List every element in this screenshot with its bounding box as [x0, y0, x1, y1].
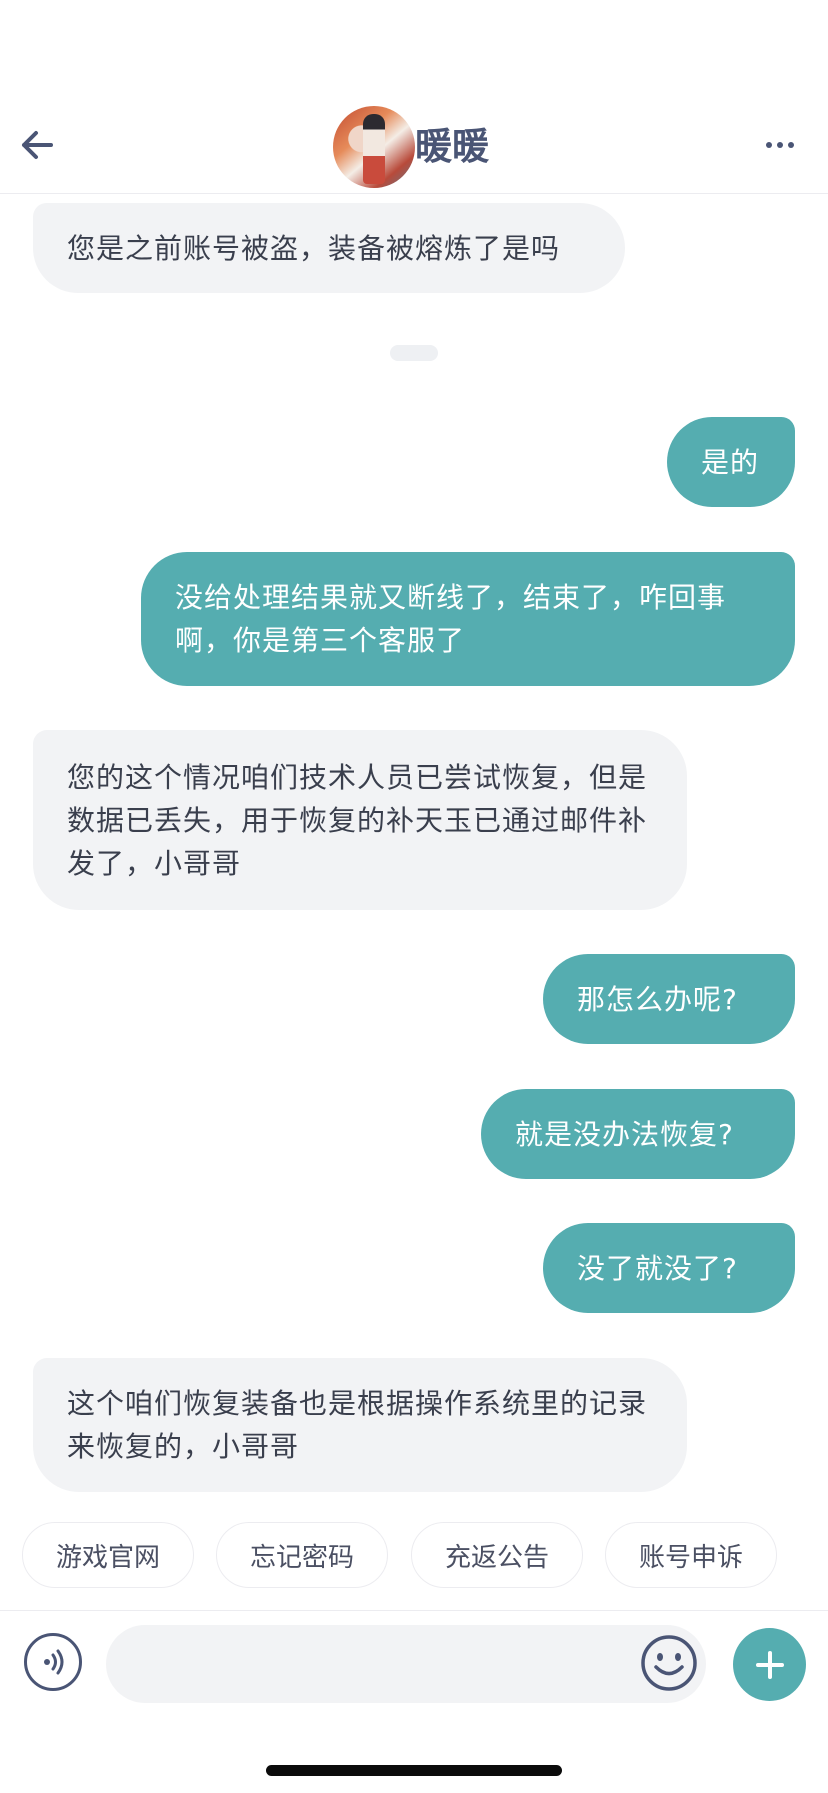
message-bubble-agent[interactable]: 您是之前账号被盗，装备被熔炼了是吗 [33, 203, 625, 293]
message-bubble-user[interactable]: 没了就没了? [543, 1223, 795, 1313]
quick-reply-forgot-password[interactable]: 忘记密码 [216, 1522, 388, 1588]
chat-title: 暖暖 [415, 125, 489, 168]
message-bubble-agent[interactable]: 这个咱们恢复装备也是根据操作系统里的记录来恢复的，小哥哥 [33, 1358, 687, 1492]
arrow-left-icon [22, 131, 53, 159]
back-button[interactable] [14, 122, 60, 168]
emoji-button[interactable] [640, 1634, 698, 1692]
chat-header: 暖暖 [0, 0, 828, 194]
emoji-icon [641, 1635, 697, 1691]
voice-icon [44, 1649, 64, 1675]
add-button[interactable] [733, 1628, 806, 1701]
plus-icon [755, 1650, 784, 1679]
more-button[interactable] [760, 128, 800, 162]
more-dot [777, 142, 783, 148]
time-divider [390, 345, 438, 361]
message-bubble-user[interactable]: 是的 [667, 417, 795, 507]
quick-reply-recharge-notice[interactable]: 充返公告 [411, 1522, 583, 1588]
message-bubble-user[interactable]: 就是没办法恢复? [481, 1089, 795, 1179]
home-indicator [266, 1765, 562, 1776]
message-bubble-user[interactable]: 那怎么办呢? [543, 954, 795, 1044]
quick-reply-account-appeal[interactable]: 账号申诉 [605, 1522, 777, 1588]
message-bubble-agent[interactable]: 您的这个情况咱们技术人员已尝试恢复，但是数据已丢失，用于恢复的补天玉已通过邮件补… [33, 730, 687, 910]
more-dot [788, 142, 794, 148]
avatar-figure [363, 114, 385, 184]
voice-button[interactable] [24, 1633, 82, 1691]
more-dot [766, 142, 772, 148]
message-bubble-user[interactable]: 没给处理结果就又断线了，结束了，咋回事啊，你是第三个客服了 [141, 552, 795, 686]
contact-avatar[interactable] [333, 106, 415, 188]
message-input[interactable] [106, 1625, 706, 1703]
quick-reply-official-site[interactable]: 游戏官网 [22, 1522, 194, 1588]
